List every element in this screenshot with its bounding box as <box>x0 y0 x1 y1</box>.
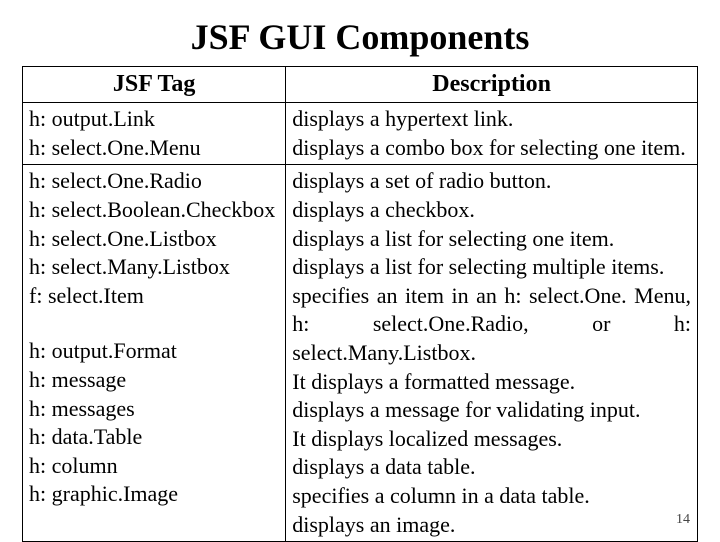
page-title: JSF GUI Components <box>22 16 698 58</box>
spacer <box>29 310 279 337</box>
table-row-group: h: output.Link h: select.One.Menu displa… <box>23 103 698 165</box>
page-number: 14 <box>676 512 690 528</box>
cell-tags: h: output.Link h: select.One.Menu <box>23 103 286 165</box>
desc-text: displays a list for selecting multiple i… <box>292 253 691 282</box>
components-table: JSF Tag Description h: output.Link h: se… <box>22 66 698 542</box>
table-header-row: JSF Tag Description <box>23 67 698 103</box>
tag-text: h: select.One.Listbox <box>29 225 279 254</box>
desc-text: displays a checkbox. <box>292 196 691 225</box>
desc-text: It displays a formatted message. <box>292 368 691 397</box>
tag-text: h: select.One.Menu <box>29 134 279 163</box>
tag-text: h: data.Table <box>29 423 279 452</box>
tag-text: h: column <box>29 452 279 481</box>
tag-text: h: select.Boolean.Checkbox <box>29 196 279 225</box>
desc-text: displays a set of radio button. <box>292 167 691 196</box>
tag-text: h: messages <box>29 395 279 424</box>
tag-text: h: graphic.Image <box>29 480 279 509</box>
desc-text: specifies an item in an h: select.One. M… <box>292 282 691 368</box>
tag-text: h: message <box>29 366 279 395</box>
desc-text: displays a hypertext link. <box>292 105 691 134</box>
table-row-group: h: select.One.Radio h: select.Boolean.Ch… <box>23 165 698 542</box>
cell-descs: displays a hypertext link. displays a co… <box>286 103 698 165</box>
desc-text: displays a message for validating input. <box>292 396 691 425</box>
header-desc: Description <box>286 67 698 103</box>
desc-text: displays a combo box for selecting one i… <box>292 134 691 163</box>
tag-text: h: output.Link <box>29 105 279 134</box>
tag-text: f: select.Item <box>29 282 279 311</box>
desc-text: It displays localized messages. <box>292 425 691 454</box>
cell-descs: displays a set of radio button. displays… <box>286 165 698 542</box>
desc-text: displays a list for selecting one item. <box>292 225 691 254</box>
cell-tags: h: select.One.Radio h: select.Boolean.Ch… <box>23 165 286 542</box>
header-tag: JSF Tag <box>23 67 286 103</box>
desc-text: displays an image. <box>292 511 691 540</box>
desc-text: specifies a column in a data table. <box>292 482 691 511</box>
tag-text: h: select.Many.Listbox <box>29 253 279 282</box>
desc-text: displays a data table. <box>292 453 691 482</box>
slide: JSF GUI Components JSF Tag Description h… <box>0 0 720 540</box>
tag-text: h: output.Format <box>29 337 279 366</box>
tag-text: h: select.One.Radio <box>29 167 279 196</box>
